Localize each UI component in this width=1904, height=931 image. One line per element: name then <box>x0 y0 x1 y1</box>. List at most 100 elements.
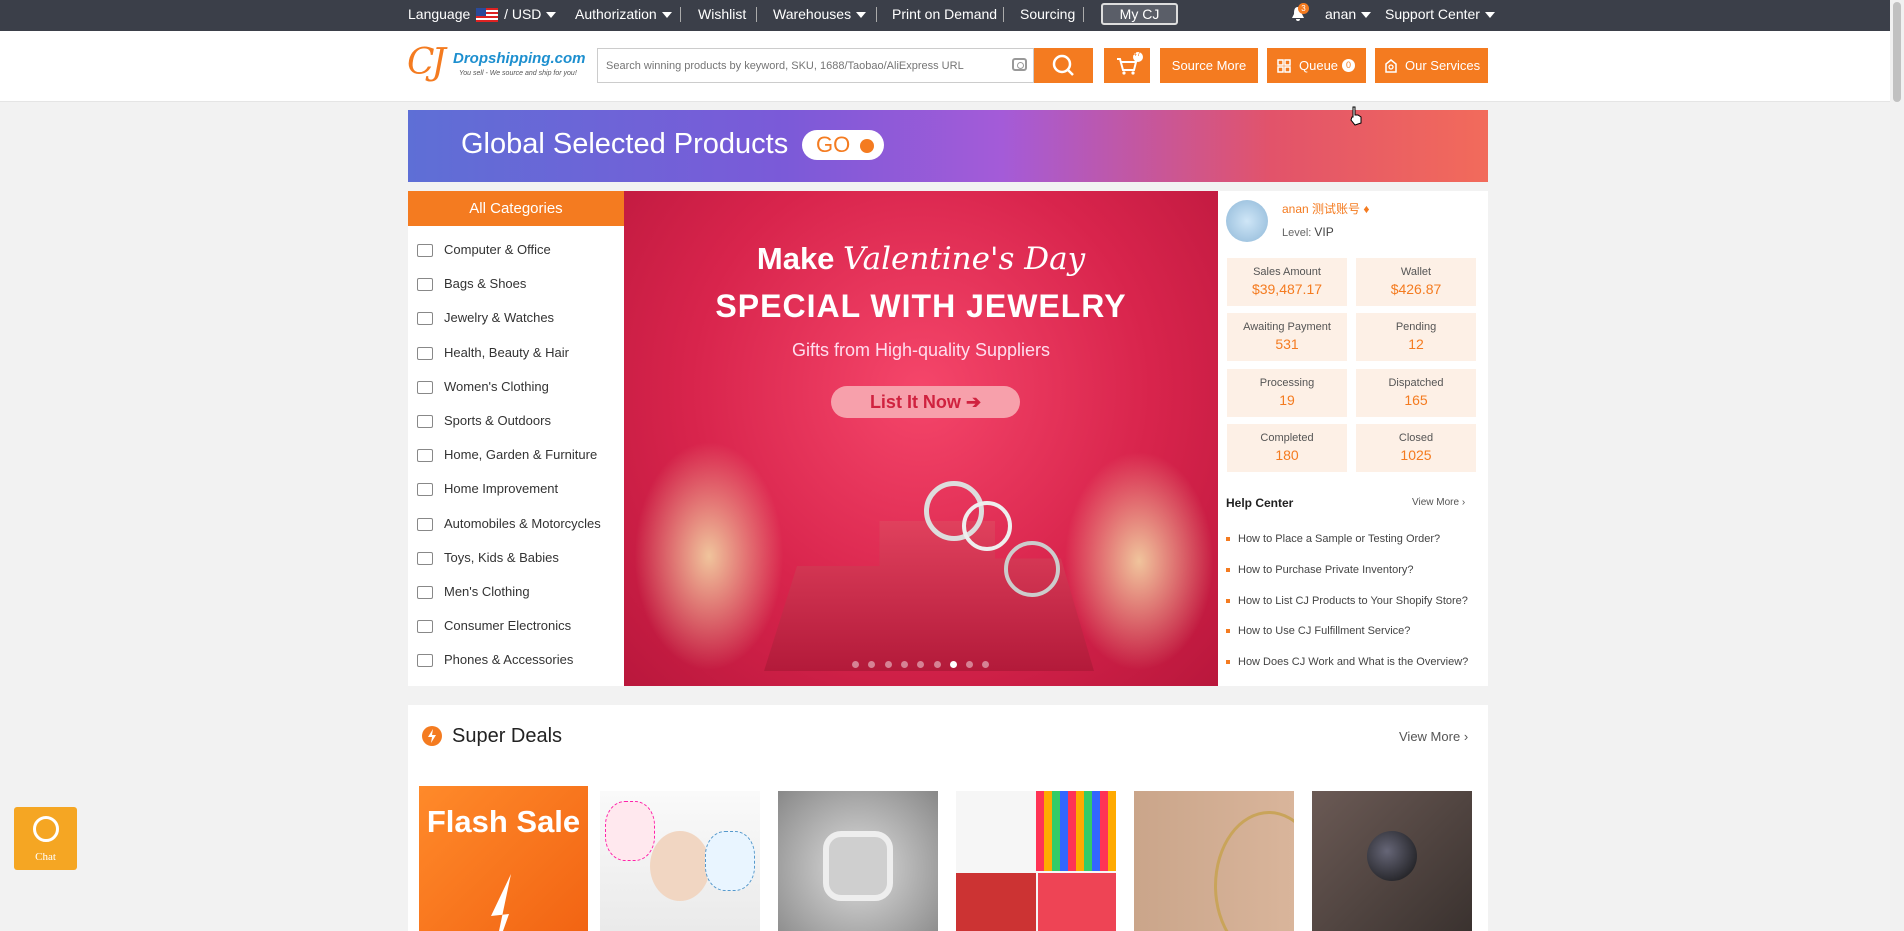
carousel-dot[interactable] <box>900 661 908 668</box>
category-item[interactable]: Automobiles & Motorcycles <box>408 510 624 538</box>
stat-card[interactable]: Dispatched 165 <box>1356 368 1476 417</box>
support-center-menu[interactable]: Support Center <box>1385 0 1495 31</box>
stat-value: 12 <box>1408 336 1424 353</box>
category-item[interactable]: Computer & Office <box>408 236 624 264</box>
stat-value: 531 <box>1275 336 1299 353</box>
category-item[interactable]: Bags & Shoes <box>408 270 624 298</box>
product-card-baby-bibs[interactable] <box>600 791 760 931</box>
sofa-icon <box>417 449 433 463</box>
queue-count: 0 <box>1342 59 1355 72</box>
account-level: Level: VIP <box>1282 225 1334 239</box>
search-input[interactable] <box>598 49 998 82</box>
level-value: VIP <box>1314 225 1334 239</box>
warehouses-label: Warehouses <box>773 6 852 22</box>
carousel-dot[interactable] <box>949 661 957 668</box>
stat-card[interactable]: Awaiting Payment 531 <box>1227 313 1347 362</box>
carousel-dot[interactable] <box>933 661 941 668</box>
stat-label: Completed <box>1260 431 1314 444</box>
hero-carousel[interactable]: Make Valentine's Day SPECIAL WITH JEWELR… <box>624 191 1218 686</box>
product-card-hoop-earring[interactable] <box>1134 791 1294 931</box>
avatar[interactable] <box>1226 200 1268 242</box>
language-selector[interactable]: Language / USD <box>408 0 557 31</box>
sports-icon <box>417 415 433 428</box>
product-card-bead-bracelet[interactable] <box>1312 791 1472 931</box>
category-item[interactable]: Home Improvement <box>408 475 624 503</box>
super-deals-view-more[interactable]: View More › <box>1399 729 1468 744</box>
category-item[interactable]: Phones & Accessories <box>408 646 624 674</box>
category-item[interactable]: Sports & Outdoors <box>408 407 624 435</box>
stat-card[interactable]: Wallet $426.87 <box>1356 258 1476 306</box>
vip-gem-icon: ♦ <box>1363 202 1370 216</box>
help-article-link[interactable]: How to Purchase Private Inventory? <box>1226 564 1413 576</box>
user-menu[interactable]: anan <box>1325 0 1372 31</box>
my-cj-button[interactable]: My CJ <box>1101 3 1178 25</box>
stat-card[interactable]: Pending 12 <box>1356 313 1476 362</box>
divider <box>876 7 877 22</box>
cj-logo[interactable]: CJ Dropshipping.com You sell - We source… <box>407 42 592 86</box>
warehouses-menu[interactable]: Warehouses <box>773 0 867 31</box>
category-item[interactable]: Consumer Electronics <box>408 612 624 640</box>
category-label: Phones & Accessories <box>444 652 574 668</box>
flash-sale-card[interactable]: Flash Sale <box>419 786 588 931</box>
help-article-title: How to Use CJ Fulfillment Service? <box>1238 625 1411 638</box>
category-item[interactable]: Toys, Kids & Babies <box>408 544 624 572</box>
chat-button[interactable]: Chat <box>14 807 77 870</box>
category-label: Computer & Office <box>444 242 551 257</box>
all-categories-header[interactable]: All Categories <box>408 191 624 226</box>
our-services-button[interactable]: Our Services <box>1375 48 1488 83</box>
help-view-more-label: View More <box>1412 497 1460 508</box>
carousel-dot[interactable] <box>884 661 892 668</box>
go-label: GO <box>816 132 851 157</box>
category-item[interactable]: Women's Clothing <box>408 373 624 401</box>
help-article-link[interactable]: How Does CJ Work and What is the Overvie… <box>1226 656 1468 668</box>
help-article-link[interactable]: How to List CJ Products to Your Shopify … <box>1226 595 1468 607</box>
global-products-banner[interactable]: Global Selected Products GO <box>408 110 1488 182</box>
product-image <box>705 831 755 891</box>
carousel-dot[interactable] <box>852 661 859 668</box>
chevron-down-icon <box>1361 12 1372 19</box>
go-button[interactable]: GO <box>802 130 884 160</box>
print-on-demand-link[interactable]: Print on Demand <box>892 0 997 31</box>
cta-label: List It Now <box>869 392 961 412</box>
category-item[interactable]: Health, Beauty & Hair <box>408 339 624 367</box>
product-card-ring[interactable] <box>778 791 938 931</box>
category-label: Consumer Electronics <box>444 618 572 634</box>
category-label: Automobiles & Motorcycles <box>444 515 601 531</box>
category-item[interactable]: Home, Garden & Furniture <box>408 441 624 469</box>
level-label: Level: <box>1282 227 1312 239</box>
product-image <box>823 831 893 901</box>
page-scrollbar[interactable] <box>1890 0 1904 931</box>
product-image <box>1038 873 1116 931</box>
stat-card[interactable]: Sales Amount $39,487.17 <box>1227 258 1347 306</box>
search-button[interactable] <box>1034 48 1093 83</box>
hero-subheadline: SPECIAL WITH JEWELRY <box>715 288 1127 324</box>
list-it-now-button[interactable]: List It Now ➔ <box>831 386 1020 418</box>
banner-title: Global Selected Products <box>461 128 789 160</box>
source-more-button[interactable]: Source More <box>1160 48 1258 83</box>
stat-label: Awaiting Payment <box>1243 321 1331 334</box>
scrollbar-thumb[interactable] <box>1893 2 1901 102</box>
help-view-more-link[interactable]: View More › <box>1412 497 1465 508</box>
authorization-menu[interactable]: Authorization <box>575 0 672 31</box>
category-item[interactable]: Men's Clothing <box>408 578 624 606</box>
us-flag-icon <box>476 8 499 23</box>
product-image <box>1214 811 1294 931</box>
stat-card[interactable]: Completed 180 <box>1227 423 1347 472</box>
help-article-title: How to Purchase Private Inventory? <box>1238 563 1414 576</box>
stat-card[interactable]: Closed 1025 <box>1356 423 1476 472</box>
services-icon <box>1385 59 1397 73</box>
watch-icon <box>417 312 433 326</box>
sourcing-link[interactable]: Sourcing <box>1020 0 1075 31</box>
cart-button[interactable]: 47 <box>1104 48 1150 83</box>
category-item[interactable]: Jewelry & Watches <box>408 304 624 332</box>
wishlist-link[interactable]: Wishlist <box>698 0 746 31</box>
stat-card[interactable]: Processing 19 <box>1227 368 1347 417</box>
product-card-pet-collars[interactable] <box>956 791 1116 931</box>
stat-label: Closed <box>1398 431 1434 444</box>
help-article-link[interactable]: How to Place a Sample or Testing Order? <box>1226 533 1440 545</box>
account-name[interactable]: anan 测试账号 ♦ <box>1282 200 1370 217</box>
camera-icon[interactable] <box>1012 58 1027 71</box>
help-article-link[interactable]: How to Use CJ Fulfillment Service? <box>1226 625 1410 637</box>
queue-button[interactable]: Queue 0 <box>1267 48 1366 83</box>
product-image <box>1367 831 1417 881</box>
